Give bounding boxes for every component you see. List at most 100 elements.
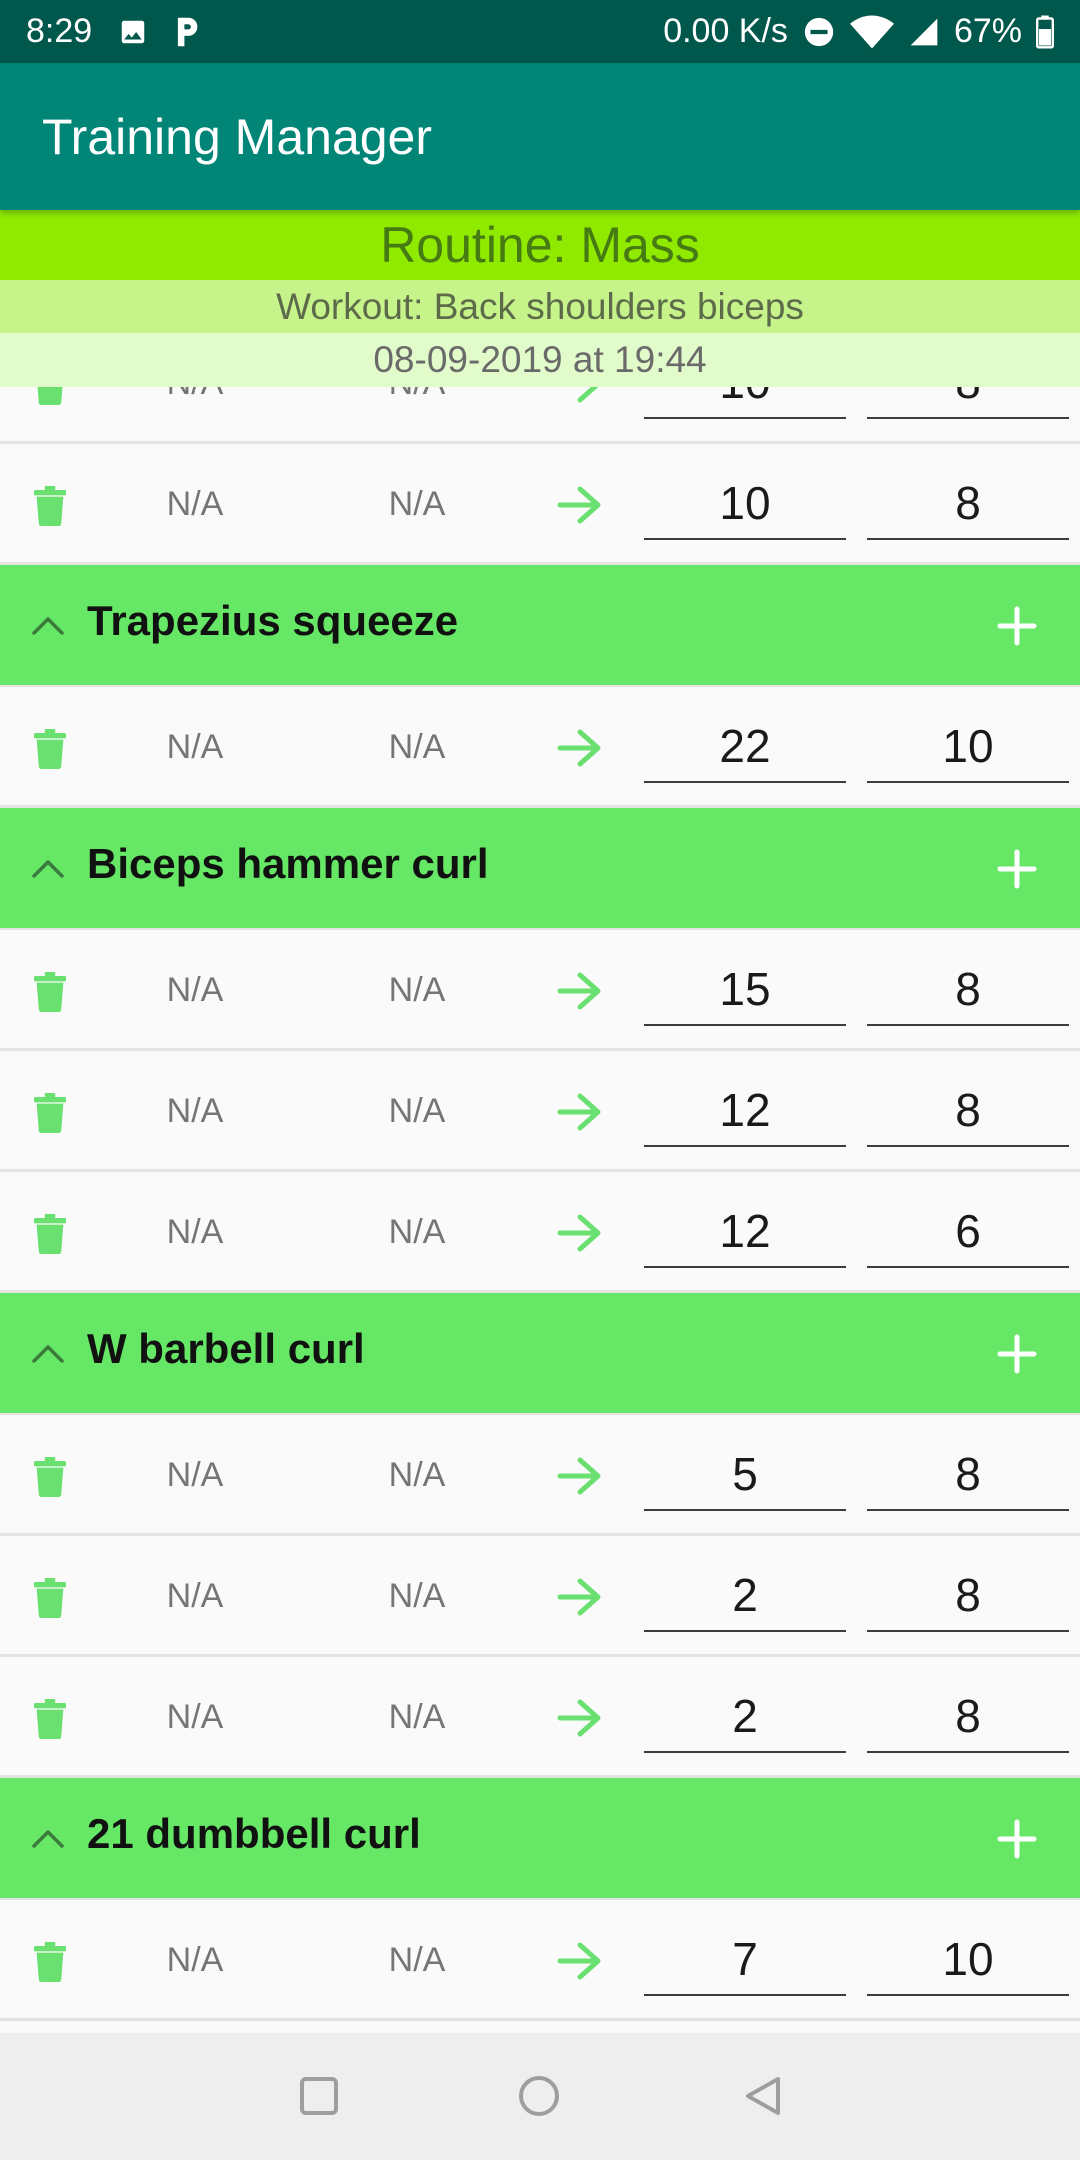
add-set-icon[interactable] [996, 848, 1038, 895]
previous-reps: N/A [388, 1698, 446, 1736]
trash-icon[interactable] [34, 729, 66, 774]
add-set-icon[interactable] [996, 1818, 1038, 1865]
set-row: N/A N/A 2 8 [0, 1536, 1080, 1657]
trash-icon[interactable] [34, 1457, 66, 1502]
arrow-right-icon[interactable] [556, 1941, 604, 1986]
status-time: 8:29 [26, 12, 93, 50]
trash-icon[interactable] [34, 1942, 66, 1987]
previous-reps: N/A [388, 485, 446, 523]
previous-weight: N/A [166, 1213, 224, 1251]
status-bar: 8:29 0.00 K/s 67% [0, 0, 1080, 63]
reps-field[interactable]: 8 [867, 1075, 1069, 1147]
set-row: N/A N/A 12 6 [0, 1172, 1080, 1293]
weight-field[interactable]: 2 [644, 1560, 846, 1632]
set-row: N/A N/A 5 8 [0, 1415, 1080, 1536]
previous-reps: N/A [388, 1456, 446, 1494]
exercise-name: 21 dumbbell curl [87, 1810, 421, 1857]
reps-field[interactable]: 8 [867, 387, 1069, 419]
workout-label: Workout: Back shoulders biceps [276, 285, 804, 327]
exercise-header[interactable]: Trapezius squeeze [0, 565, 1080, 687]
recents-square-icon[interactable] [296, 2073, 342, 2124]
weight-field[interactable]: 5 [644, 1439, 846, 1511]
chevron-up-icon[interactable] [30, 613, 66, 642]
chevron-up-icon[interactable] [30, 1826, 66, 1855]
arrow-right-icon[interactable] [556, 1456, 604, 1501]
exercise-header[interactable]: W barbell curl [0, 1293, 1080, 1415]
previous-reps: N/A [388, 1092, 446, 1130]
date-label: 08-09-2019 at 19:44 [373, 339, 707, 380]
reps-field[interactable]: 8 [867, 1439, 1069, 1511]
weight-field[interactable]: 15 [644, 954, 846, 1026]
reps-field[interactable]: 8 [867, 1681, 1069, 1753]
arrow-right-icon[interactable] [556, 387, 604, 409]
routine-banner: Routine: Mass [0, 210, 1080, 280]
previous-weight: N/A [166, 728, 224, 766]
previous-weight: N/A [130, 387, 260, 444]
arrow-right-icon[interactable] [556, 1698, 604, 1743]
arrow-right-icon[interactable] [556, 728, 604, 773]
arrow-right-icon[interactable] [556, 971, 604, 1016]
trash-icon[interactable] [34, 486, 66, 531]
reps-field[interactable]: 8 [867, 468, 1069, 540]
signal-icon [908, 16, 940, 48]
battery-icon [1036, 15, 1054, 49]
home-circle-icon[interactable] [516, 2073, 562, 2124]
weight-field[interactable]: 12 [644, 1075, 846, 1147]
weight-field[interactable]: 10 [644, 468, 846, 540]
net-speed: 0.00 K/s [663, 12, 788, 50]
app-title: Training Manager [42, 108, 433, 165]
reps-field[interactable]: 6 [867, 1196, 1069, 1268]
reps-field[interactable]: 10 [867, 1924, 1069, 1996]
image-icon [118, 17, 148, 47]
weight-field[interactable]: 7 [644, 1924, 846, 1996]
previous-weight: N/A [166, 1698, 224, 1736]
weight-field[interactable]: 12 [644, 1196, 846, 1268]
battery-percent: 67% [953, 12, 1022, 50]
previous-weight: N/A [166, 1941, 224, 1979]
set-row: N/A N/A 7 10 [0, 1900, 1080, 2021]
arrow-right-icon[interactable] [556, 485, 604, 530]
exercise-header[interactable]: 21 dumbbell curl [0, 1778, 1080, 1900]
trash-icon[interactable] [34, 1093, 66, 1138]
previous-reps: N/A [388, 971, 446, 1009]
weight-field[interactable]: 10 [644, 387, 846, 419]
app-bar: Training Manager [0, 63, 1080, 210]
do-not-disturb-icon [802, 15, 836, 49]
wifi-icon [849, 15, 894, 49]
set-row: N/A N/A 2 8 [0, 1657, 1080, 1778]
trash-icon[interactable] [34, 972, 66, 1017]
weight-field[interactable]: 22 [644, 711, 846, 783]
date-banner: 08-09-2019 at 19:44 [0, 333, 1080, 387]
reps-field[interactable]: 10 [867, 711, 1069, 783]
previous-reps: N/A [388, 728, 446, 766]
trash-icon[interactable] [34, 387, 66, 410]
trash-icon[interactable] [34, 1699, 66, 1744]
chevron-up-icon[interactable] [30, 1341, 66, 1370]
exercise-header[interactable]: Biceps hammer curl [0, 808, 1080, 930]
trash-icon[interactable] [34, 1214, 66, 1259]
arrow-right-icon[interactable] [556, 1092, 604, 1137]
previous-reps: N/A [352, 387, 482, 444]
reps-field[interactable]: 8 [867, 1560, 1069, 1632]
workout-banner: Workout: Back shoulders biceps [0, 280, 1080, 333]
set-row: N/A N/A 15 8 [0, 930, 1080, 1051]
back-triangle-icon[interactable] [740, 2073, 786, 2124]
exercise-name: Trapezius squeeze [87, 597, 459, 644]
set-row: N/A N/A 22 10 [0, 687, 1080, 808]
set-row: N/A N/A 12 8 [0, 1051, 1080, 1172]
exercise-list[interactable]: N/AN/A108N/AN/A108Trapezius squeezeN/AN/… [0, 387, 1080, 2033]
add-set-icon[interactable] [996, 1333, 1038, 1380]
set-row: N/A N/A 10 8 [0, 387, 1080, 444]
arrow-right-icon[interactable] [556, 1577, 604, 1622]
add-set-icon[interactable] [996, 605, 1038, 652]
previous-weight: N/A [166, 1577, 224, 1615]
previous-weight: N/A [166, 971, 224, 1009]
set-row: N/A N/A 10 8 [0, 444, 1080, 565]
chevron-up-icon[interactable] [30, 856, 66, 885]
previous-weight: N/A [166, 1456, 224, 1494]
navigation-bar [0, 2033, 1080, 2160]
reps-field[interactable]: 8 [867, 954, 1069, 1026]
arrow-right-icon[interactable] [556, 1213, 604, 1258]
weight-field[interactable]: 2 [644, 1681, 846, 1753]
trash-icon[interactable] [34, 1578, 66, 1623]
